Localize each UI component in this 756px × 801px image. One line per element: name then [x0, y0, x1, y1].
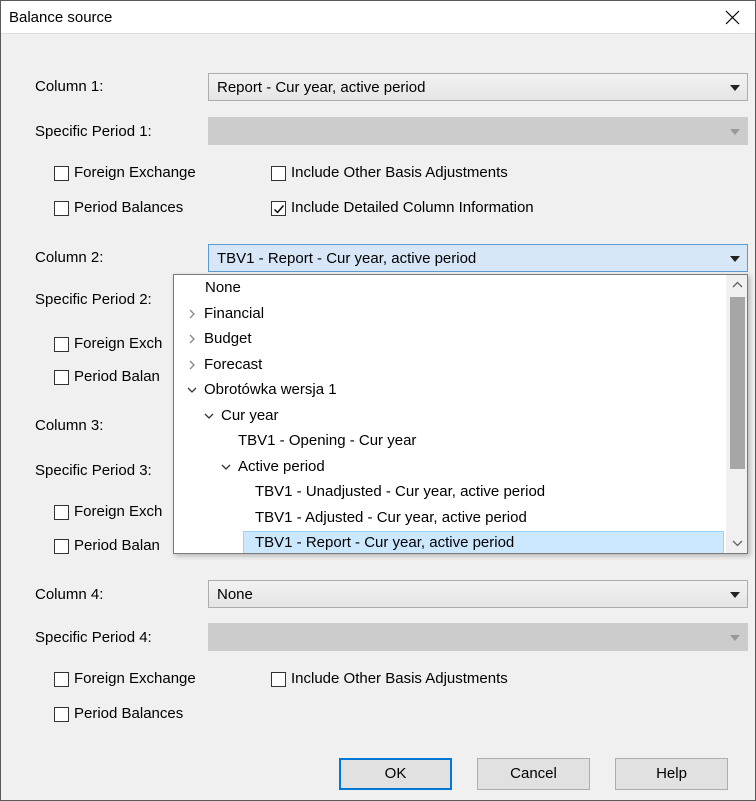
- checkbox-box: [54, 337, 69, 352]
- checkbox-label: Period Balan: [74, 537, 160, 554]
- chevron-down-icon: [730, 256, 740, 262]
- column2-label: Column 2:: [35, 249, 104, 266]
- dropdown-item-label: None: [205, 279, 241, 296]
- scroll-up-button[interactable]: [727, 275, 747, 295]
- close-icon: [725, 10, 740, 25]
- dropdown-item[interactable]: TBV1 - Unadjusted - Cur year, active per…: [174, 480, 726, 505]
- chevron-down-icon: [730, 635, 740, 641]
- expanded-chevron-icon[interactable]: [204, 411, 214, 421]
- close-button[interactable]: [709, 1, 755, 34]
- column3-label: Column 3:: [35, 417, 104, 434]
- dropdown-item-label: TBV1 - Opening - Cur year: [238, 432, 417, 449]
- checkbox-label: Foreign Exch: [74, 503, 163, 520]
- checkbox-label: Include Detailed Column Information: [291, 199, 534, 216]
- dropdown-item-label: TBV1 - Adjusted - Cur year, active perio…: [255, 508, 527, 526]
- scrollbar-thumb[interactable]: [730, 297, 745, 469]
- chevron-down-icon: [730, 129, 740, 135]
- checkbox-label: Period Balances: [74, 705, 184, 722]
- dropdown-item-label: TBV1 - Report - Cur year, active period: [255, 534, 515, 551]
- checkbox-box: [54, 505, 69, 520]
- column4-select[interactable]: None: [208, 580, 748, 608]
- chevron-down-icon: [730, 85, 740, 91]
- dropdown-item[interactable]: Budget: [174, 327, 726, 352]
- checkbox-box: [54, 201, 69, 216]
- help-button-label: Help: [656, 765, 687, 782]
- expanded-chevron-icon[interactable]: [187, 385, 197, 395]
- checkbox-label: Foreign Exchange: [74, 670, 196, 687]
- checkbox-label: Include Other Basis Adjustments: [291, 164, 508, 181]
- checkbox-box: [54, 539, 69, 554]
- dialog-title: Balance source: [9, 9, 113, 26]
- checkbox-box: [54, 707, 69, 722]
- expanded-chevron-icon[interactable]: [221, 462, 231, 472]
- checkmark-icon: [274, 205, 285, 214]
- chevron-up-icon: [732, 281, 743, 288]
- cancel-button[interactable]: Cancel: [477, 758, 590, 790]
- column1-label: Column 1:: [35, 78, 104, 95]
- chevron-down-icon: [732, 540, 743, 547]
- specific-period1-label: Specific Period 1:: [35, 123, 152, 140]
- cancel-button-label: Cancel: [510, 765, 557, 782]
- column4-label: Column 4:: [35, 586, 104, 603]
- dropdown-item[interactable]: Cur year: [174, 404, 726, 429]
- specific-period4-label: Specific Period 4:: [35, 629, 152, 646]
- column4-value: None: [217, 586, 253, 603]
- dropdown-item[interactable]: None: [174, 276, 726, 301]
- checkbox-box: [54, 370, 69, 385]
- dropdown-scrollbar[interactable]: [726, 275, 747, 553]
- ok-button[interactable]: OK: [339, 758, 452, 790]
- title-bar: Balance source: [1, 1, 755, 34]
- dropdown-item-label: Obrotówka wersja 1: [204, 381, 337, 398]
- dropdown-item[interactable]: Active period: [174, 455, 726, 480]
- dropdown-item[interactable]: Obrotówka wersja 1: [174, 378, 726, 403]
- dropdown-item-label: Cur year: [221, 406, 279, 424]
- collapsed-chevron-icon[interactable]: [187, 309, 197, 319]
- specific-period1-select: [208, 117, 748, 145]
- column1-value: Report - Cur year, active period: [217, 79, 426, 96]
- dropdown-item-label: Active period: [238, 457, 325, 475]
- dropdown-item[interactable]: TBV1 - Report - Cur year, active period: [174, 531, 726, 553]
- dropdown-item[interactable]: Financial: [174, 302, 726, 327]
- checkbox-box: [54, 672, 69, 687]
- dropdown-item-label: TBV1 - Unadjusted - Cur year, active per…: [255, 483, 546, 500]
- scroll-down-button[interactable]: [727, 533, 747, 553]
- checkbox-box: [54, 166, 69, 181]
- specific-period2-label: Specific Period 2:: [35, 291, 152, 308]
- collapsed-chevron-icon[interactable]: [187, 334, 197, 344]
- help-button[interactable]: Help: [615, 758, 728, 790]
- specific-period4-select: [208, 623, 748, 651]
- checkbox-label: Include Other Basis Adjustments: [291, 670, 508, 687]
- column2-dropdown-list[interactable]: None Financial Budget Forecast Obrotówka wer…: [173, 274, 748, 554]
- dropdown-item-label: Budget: [204, 330, 252, 347]
- balance-source-dialog: Balance source Column 1: Report - Cur ye…: [0, 0, 756, 801]
- chevron-down-icon: [730, 592, 740, 598]
- checkbox-label: Foreign Exch: [74, 335, 163, 352]
- dropdown-item[interactable]: TBV1 - Adjusted - Cur year, active perio…: [174, 506, 726, 531]
- dropdown-item[interactable]: Forecast: [174, 353, 726, 378]
- column2-select[interactable]: TBV1 - Report - Cur year, active period: [208, 244, 748, 272]
- checkbox-box: [271, 201, 286, 216]
- checkbox-label: Foreign Exchange: [74, 164, 196, 181]
- column1-select[interactable]: Report - Cur year, active period: [208, 73, 748, 101]
- column2-value: TBV1 - Report - Cur year, active period: [217, 250, 477, 267]
- checkbox-label: Period Balances: [74, 199, 184, 216]
- checkbox-box: [271, 672, 286, 687]
- ok-button-label: OK: [384, 765, 407, 782]
- dropdown-item[interactable]: TBV1 - Opening - Cur year: [174, 429, 726, 454]
- checkbox-label: Period Balan: [74, 368, 160, 385]
- specific-period3-label: Specific Period 3:: [35, 462, 152, 479]
- checkbox-box: [271, 166, 286, 181]
- collapsed-chevron-icon[interactable]: [187, 360, 197, 370]
- dropdown-item-label: Financial: [204, 304, 265, 322]
- dropdown-item-label: Forecast: [204, 355, 263, 373]
